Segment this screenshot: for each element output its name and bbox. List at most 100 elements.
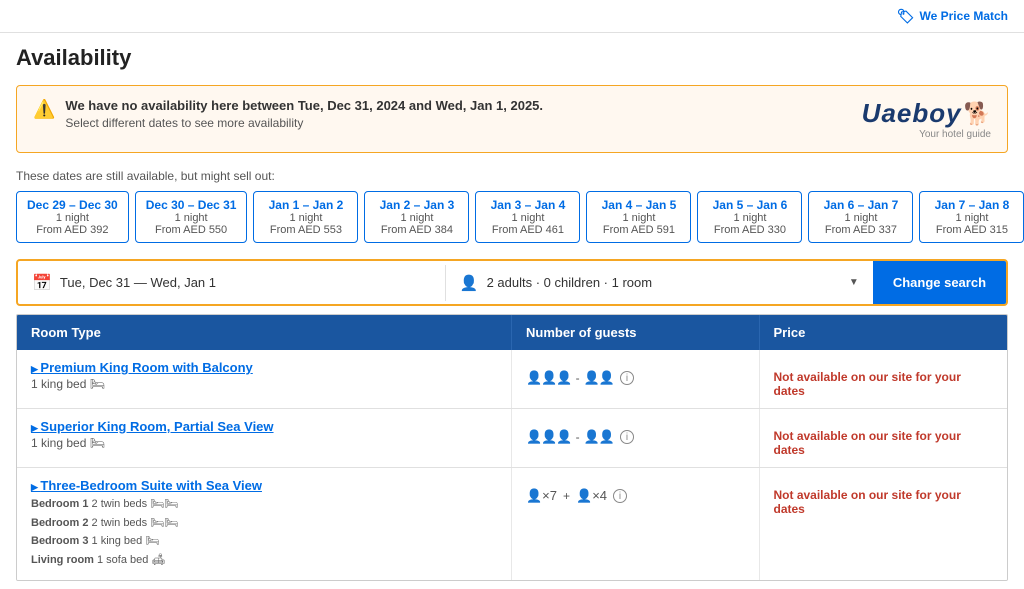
date-range: Jan 6 – Jan 7	[819, 198, 902, 212]
living-room: Living room 1 sofa bed 🛋	[31, 551, 497, 570]
logo-tagline: Your hotel guide	[919, 129, 991, 140]
room-detail-1: 1 king bed 🛏	[31, 377, 497, 391]
table-header: Room Type Number of guests Price	[17, 315, 1007, 350]
date-range: Jan 2 – Jan 3	[375, 198, 458, 212]
guests-icons-1: 👤👤👤 - 👤👤 i	[526, 360, 745, 386]
info-icon[interactable]: i	[620, 430, 634, 444]
bedroom-1: Bedroom 1 2 twin beds 🛏🛏	[31, 495, 497, 514]
not-available-text-1: Not available on our site for your dates	[774, 360, 994, 398]
date-nights: 1 night	[27, 212, 118, 224]
guests-cell-3: 👤×7 + 👤×4 i	[512, 468, 760, 580]
not-available-text-3: Not available on our site for your dates	[774, 478, 994, 516]
date-card[interactable]: Jan 6 – Jan 7 1 night From AED 337	[808, 191, 913, 243]
guests-cell-1: 👤👤👤 - 👤👤 i	[512, 350, 760, 408]
guests-cell-2: 👤👤👤 - 👤👤 i	[512, 409, 760, 467]
price-match-label: We Price Match	[920, 9, 1008, 23]
search-dates[interactable]: 📅 Tue, Dec 31 — Wed, Jan 1	[18, 265, 446, 301]
bedroom-2: Bedroom 2 2 twin beds 🛏🛏	[31, 514, 497, 533]
alert-subtitle: Select different dates to see more avail…	[65, 116, 543, 130]
date-price: From AED 550	[146, 224, 237, 236]
search-bar: 📅 Tue, Dec 31 — Wed, Jan 1 👤 2 adults · …	[16, 259, 1008, 306]
room-name-1[interactable]: Premium King Room with Balcony	[31, 360, 497, 375]
table-row: Premium King Room with Balcony 1 king be…	[17, 350, 1007, 409]
plus-icon: +	[563, 489, 570, 503]
minus-icon: -	[576, 371, 580, 385]
date-card[interactable]: Jan 2 – Jan 3 1 night From AED 384	[364, 191, 469, 243]
table-row: Three-Bedroom Suite with Sea View Bedroo…	[17, 468, 1007, 580]
date-price: From AED 330	[708, 224, 791, 236]
col-num-guests: Number of guests	[512, 315, 760, 350]
room-name-2[interactable]: Superior King Room, Partial Sea View	[31, 419, 497, 434]
room-cell-1: Premium King Room with Balcony 1 king be…	[17, 350, 512, 408]
not-available-text-2: Not available on our site for your dates	[774, 419, 994, 457]
guests-icons-2: 👤👤👤 - 👤👤 i	[526, 419, 745, 445]
calendar-icon: 📅	[32, 273, 52, 293]
room-detail-3: Bedroom 1 2 twin beds 🛏🛏 Bedroom 2 2 twi…	[31, 495, 497, 570]
date-price: From AED 315	[930, 224, 1013, 236]
price-match[interactable]: 🏷 We Price Match	[897, 8, 1008, 25]
logo-area: Uaeboy 🐕 Your hotel guide	[862, 98, 991, 140]
date-card[interactable]: Jan 4 – Jan 5 1 night From AED 591	[586, 191, 691, 243]
search-dates-text: Tue, Dec 31 — Wed, Jan 1	[60, 275, 216, 290]
room-cell-2: Superior King Room, Partial Sea View 1 k…	[17, 409, 512, 467]
info-icon[interactable]: i	[620, 371, 634, 385]
col-room-type: Room Type	[17, 315, 512, 350]
price-cell-1: Not available on our site for your dates	[760, 350, 1008, 408]
date-nights: 1 night	[264, 212, 347, 224]
guest-figure-large: 👤×7	[526, 488, 557, 504]
guests-text: 2 adults · 0 children · 1 room	[487, 275, 841, 290]
guests-icons-3: 👤×7 + 👤×4 i	[526, 478, 745, 504]
date-nights: 1 night	[597, 212, 680, 224]
col-price: Price	[760, 315, 1008, 350]
chevron-down-icon: ▼	[849, 277, 859, 288]
alert-text: We have no availability here between Tue…	[65, 98, 543, 130]
bed-icon: 🛏	[90, 377, 105, 391]
alert-icon: ⚠️	[33, 99, 55, 120]
date-nights: 1 night	[486, 212, 569, 224]
date-range: Jan 4 – Jan 5	[597, 198, 680, 212]
guest-figure-icons: 👤👤👤	[526, 429, 572, 445]
bed-icon: 🛏	[90, 436, 105, 450]
bedroom-3: Bedroom 3 1 king bed 🛏	[31, 532, 497, 551]
alert-content: ⚠️ We have no availability here between …	[33, 98, 543, 130]
room-name-3[interactable]: Three-Bedroom Suite with Sea View	[31, 478, 497, 493]
price-match-icon: 🏷	[897, 8, 915, 25]
person-icon: 👤	[460, 274, 479, 292]
date-card[interactable]: Jan 3 – Jan 4 1 night From AED 461	[475, 191, 580, 243]
date-card[interactable]: Jan 1 – Jan 2 1 night From AED 553	[253, 191, 358, 243]
info-icon[interactable]: i	[613, 489, 627, 503]
page-title-section: Availability	[0, 33, 1024, 77]
minus-icon: -	[576, 430, 580, 444]
date-price: From AED 337	[819, 224, 902, 236]
logo-text: Uaeboy	[862, 98, 962, 129]
logo: Uaeboy 🐕	[862, 98, 991, 129]
availability-table: Room Type Number of guests Price Premium…	[16, 314, 1008, 581]
dates-label: These dates are still available, but mig…	[0, 161, 1024, 187]
logo-dog-icon: 🐕	[964, 101, 991, 127]
date-price: From AED 384	[375, 224, 458, 236]
price-cell-2: Not available on our site for your dates	[760, 409, 1008, 467]
date-card[interactable]: Dec 29 – Dec 30 1 night From AED 392	[16, 191, 129, 243]
alert-title: We have no availability here between Tue…	[65, 98, 543, 113]
date-price: From AED 553	[264, 224, 347, 236]
date-nights: 1 night	[930, 212, 1013, 224]
date-card[interactable]: Jan 5 – Jan 6 1 night From AED 330	[697, 191, 802, 243]
date-card[interactable]: Jan 7 – Jan 8 1 night From AED 315	[919, 191, 1024, 243]
price-cell-3: Not available on our site for your dates	[760, 468, 1008, 580]
date-price: From AED 591	[597, 224, 680, 236]
date-range: Jan 1 – Jan 2	[264, 198, 347, 212]
page-title: Availability	[16, 45, 1008, 71]
search-guests[interactable]: 👤 2 adults · 0 children · 1 room ▼	[446, 266, 873, 300]
date-price: From AED 461	[486, 224, 569, 236]
date-card[interactable]: Dec 30 – Dec 31 1 night From AED 550	[135, 191, 248, 243]
date-range: Dec 29 – Dec 30	[27, 198, 118, 212]
date-scroll-container: Dec 29 – Dec 30 1 night From AED 392 Dec…	[0, 187, 1024, 251]
room-detail-2: 1 king bed 🛏	[31, 436, 497, 450]
date-price: From AED 392	[27, 224, 118, 236]
date-nights: 1 night	[819, 212, 902, 224]
guest-figure-icons: 👤👤👤	[526, 370, 572, 386]
room-cell-3: Three-Bedroom Suite with Sea View Bedroo…	[17, 468, 512, 580]
no-availability-alert: ⚠️ We have no availability here between …	[16, 85, 1008, 153]
guest-figure-icons-minus: 👤👤	[584, 370, 614, 386]
change-search-button[interactable]: Change search	[873, 261, 1006, 304]
